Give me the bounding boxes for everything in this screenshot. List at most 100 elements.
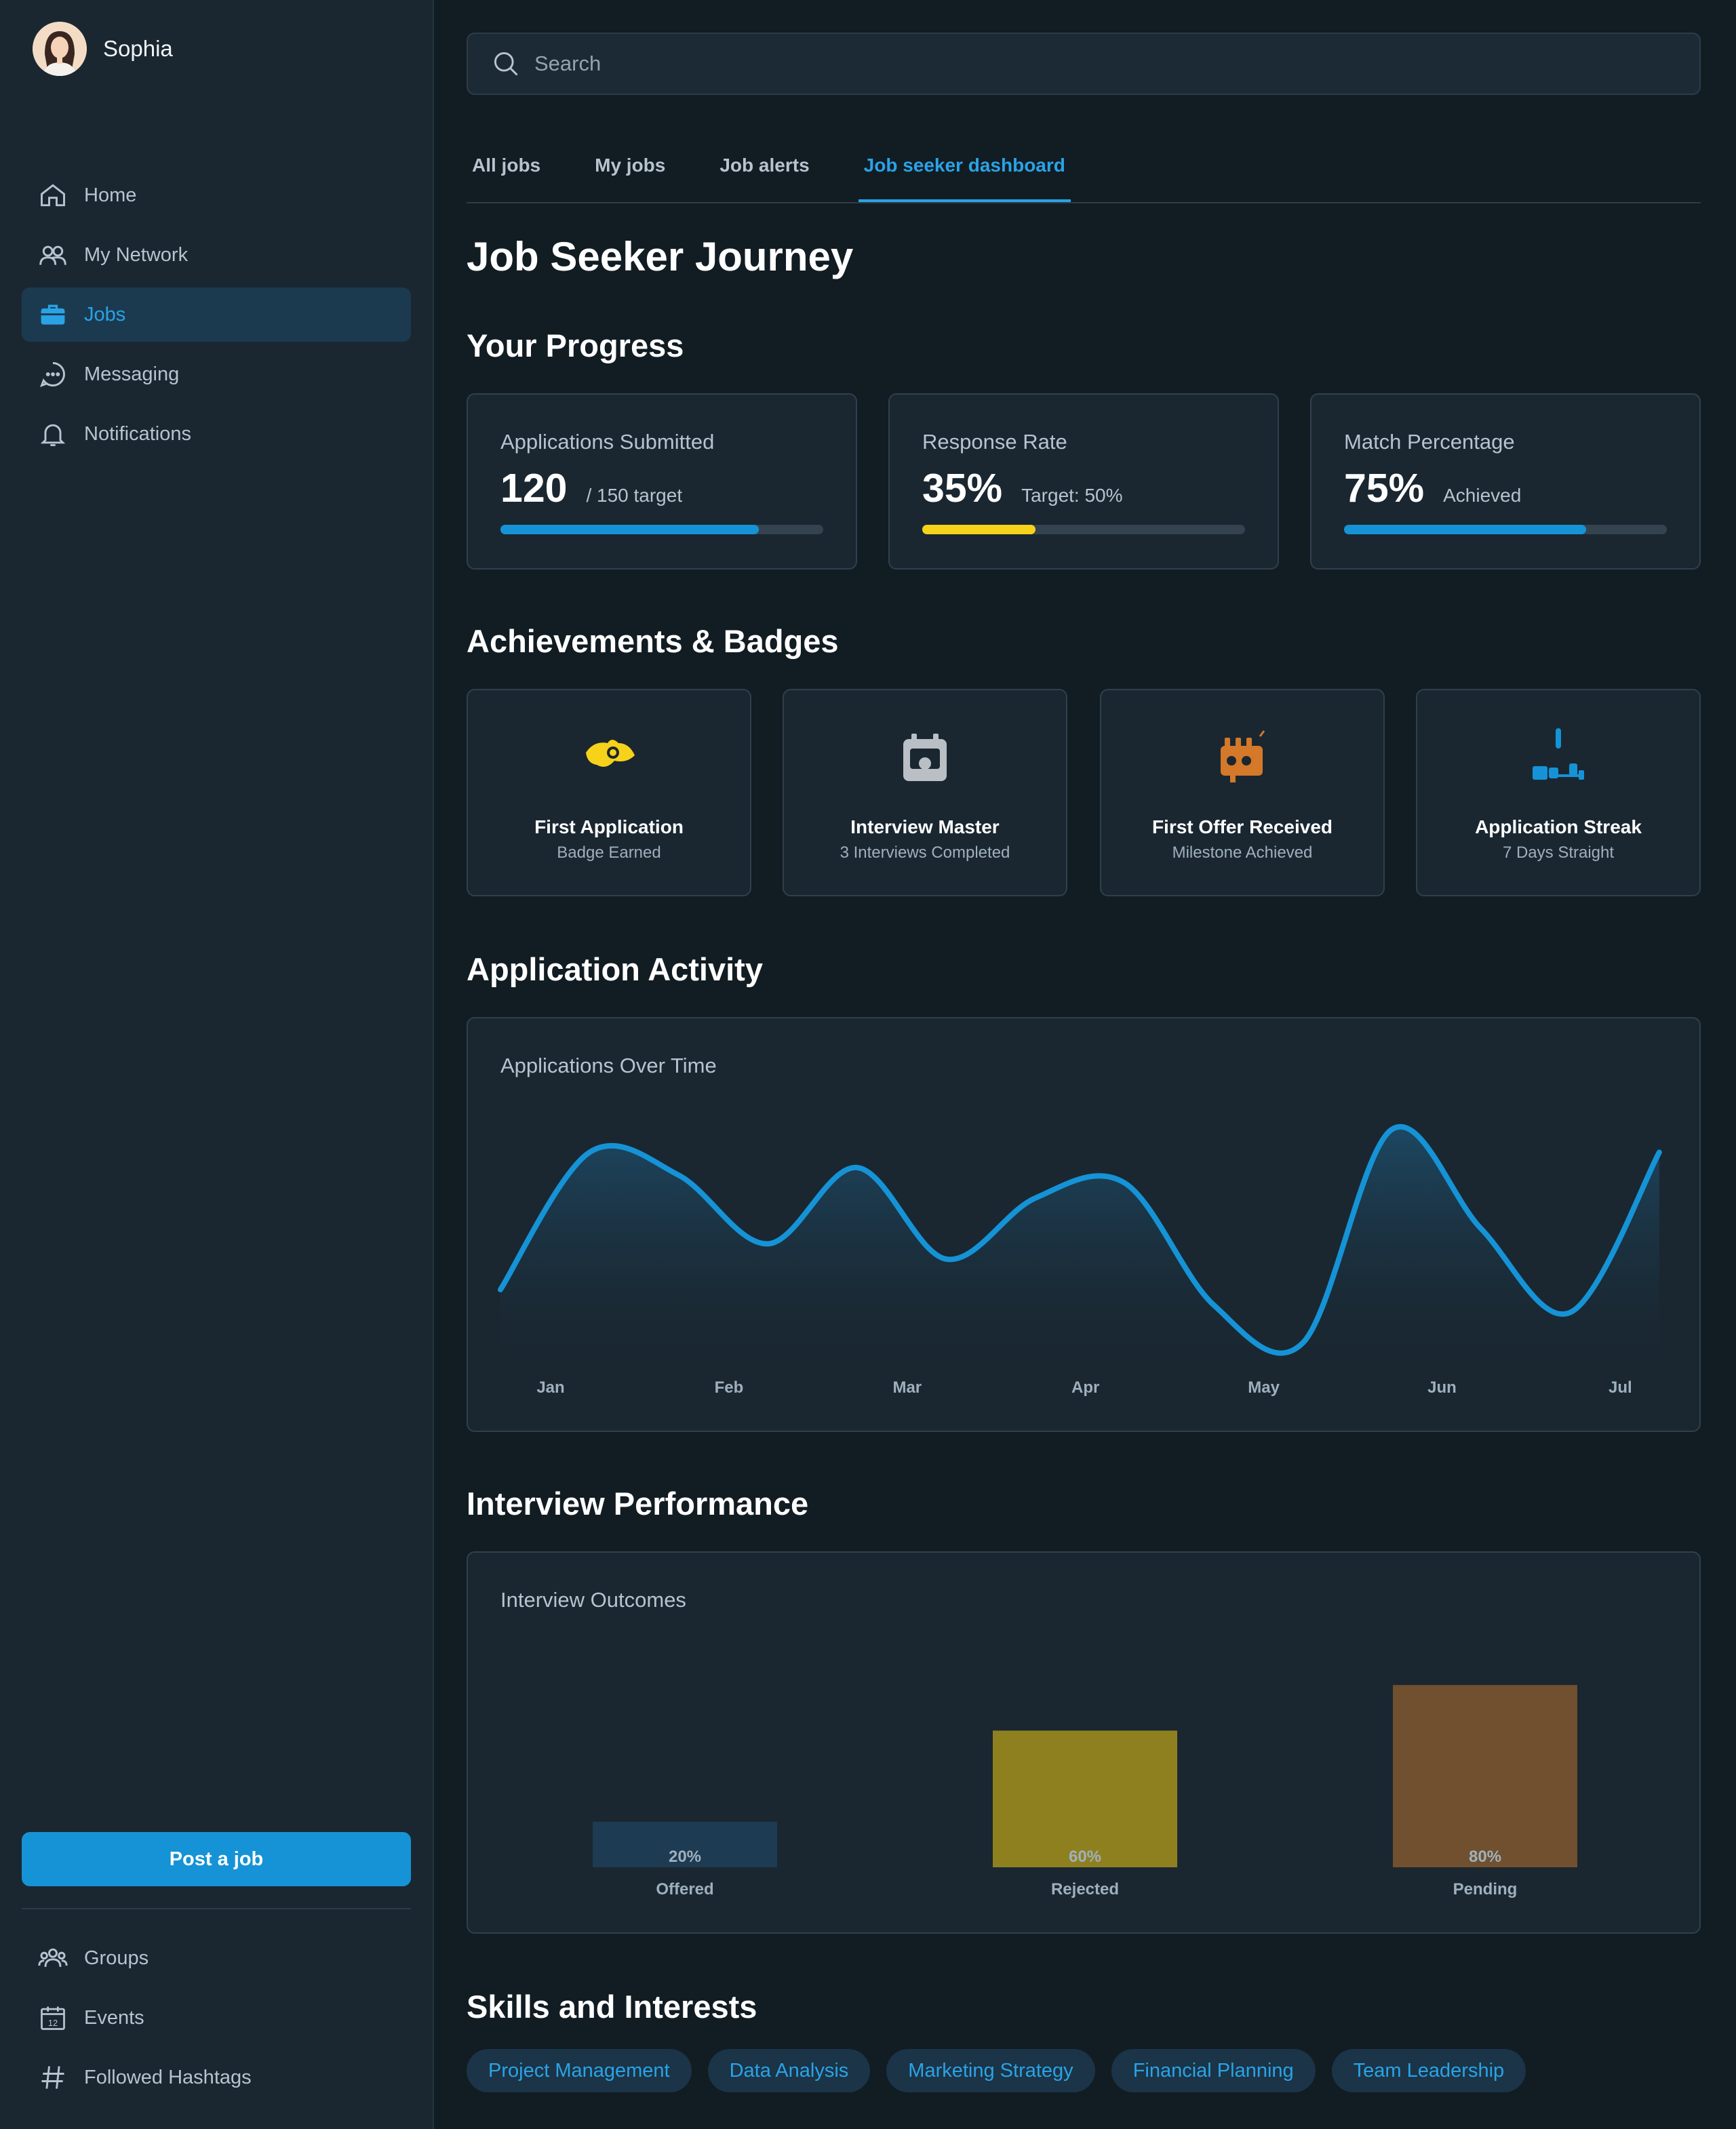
main-nav: Home My Network Jobs Messaging Notificat…: [22, 168, 411, 466]
section-title-progress: Your Progress: [467, 327, 684, 363]
stat-value-row: 35% Target: 50%: [922, 465, 1123, 511]
x-tick-label: Feb: [715, 1378, 744, 1397]
badge-title: First Offer Received: [1151, 816, 1333, 837]
nav-label: Events: [84, 2006, 144, 2029]
x-tick-label: Mar: [892, 1378, 922, 1397]
x-tick-label: Rejected: [1051, 1880, 1119, 1898]
nav-label: Messaging: [84, 363, 180, 385]
stat-value-row: 120 / 150 target: [500, 465, 682, 511]
x-tick-label: Jul: [1609, 1378, 1632, 1397]
stat-card-response-rate: Response Rate 35% Target: 50%: [888, 393, 1279, 570]
nav-item-jobs[interactable]: Jobs: [22, 287, 411, 342]
search-bar[interactable]: [467, 33, 1701, 95]
nav-item-messaging[interactable]: Messaging: [22, 347, 411, 401]
calendar-icon: 12: [41, 2006, 65, 2030]
nav-label: Home: [84, 184, 137, 206]
nav-label: Notifications: [84, 422, 191, 445]
tab-job-alerts[interactable]: Job alerts: [714, 142, 814, 202]
badge-card-application-streak[interactable]: Application Streak 7 Days Straight: [1416, 689, 1701, 896]
tab-job-seeker-dashboard[interactable]: Job seeker dashboard: [858, 142, 1071, 202]
bar-rejected[interactable]: [993, 1730, 1177, 1867]
bar-value-label: 60%: [1069, 1848, 1101, 1866]
nav-label: Jobs: [84, 303, 126, 325]
badge-title: Interview Master: [850, 816, 1000, 837]
hashtag-icon: [41, 2066, 64, 2089]
avatar[interactable]: [33, 22, 87, 76]
badge-title: Application Streak: [1475, 816, 1642, 837]
nav-item-followed-hashtags[interactable]: Followed Hashtags: [22, 2050, 411, 2105]
stat-label: Applications Submitted: [500, 430, 715, 454]
job-tabs: All jobs My jobs Job alerts Job seeker d…: [467, 142, 1701, 203]
x-tick-label: May: [1248, 1378, 1280, 1397]
post-job-button[interactable]: Post a job: [22, 1832, 411, 1886]
skill-chip[interactable]: Project Management: [467, 2049, 692, 2092]
stat-sub: Target: 50%: [1021, 485, 1123, 506]
nav-label: Groups: [84, 1947, 149, 1969]
stat-sub: Achieved: [1443, 485, 1522, 506]
profile[interactable]: Sophia: [33, 22, 173, 76]
sidebar: Sophia Home My Network Jobs Messaging No…: [0, 0, 434, 2129]
x-tick-label: Jan: [536, 1378, 564, 1397]
badge-card-first-application[interactable]: First Application Badge Earned: [467, 689, 751, 896]
search-icon: [494, 52, 518, 76]
x-tick-label: Offered: [656, 1880, 713, 1898]
progress-bar: [922, 525, 1245, 534]
interview-master-badge-icon: [903, 734, 947, 781]
badge-title: First Application: [534, 816, 684, 837]
badge-subtitle: 7 Days Straight: [1502, 843, 1615, 862]
groups-icon: [38, 1948, 68, 1967]
stat-card-applications: Applications Submitted 120 / 150 target: [467, 393, 857, 570]
nav-item-my-network[interactable]: My Network: [22, 228, 411, 282]
badge-subtitle: Badge Earned: [557, 843, 661, 862]
section-title-activity: Application Activity: [467, 951, 763, 987]
svg-text:12: 12: [48, 2018, 58, 2028]
page-title: Job Seeker Journey: [467, 234, 854, 279]
tab-my-jobs[interactable]: My jobs: [589, 142, 671, 202]
secondary-nav: Groups 12 Events Followed Hashtags: [22, 1931, 411, 2110]
profile-name[interactable]: Sophia: [103, 36, 173, 62]
nav-item-home[interactable]: Home: [22, 168, 411, 222]
chat-icon: [39, 362, 65, 388]
tab-all-jobs[interactable]: All jobs: [467, 142, 546, 202]
nav-item-notifications[interactable]: Notifications: [22, 407, 411, 461]
first-offer-badge-icon: [1221, 730, 1265, 782]
skill-chip[interactable]: Marketing Strategy: [886, 2049, 1095, 2092]
section-title-interview: Interview Performance: [467, 1486, 809, 1521]
badge-subtitle: 3 Interviews Completed: [840, 843, 1010, 862]
section-title-skills: Skills and Interests: [467, 1989, 757, 2025]
bar-pending[interactable]: [1393, 1685, 1577, 1867]
x-tick-label: Apr: [1071, 1378, 1099, 1397]
stat-sub: / 150 target: [586, 485, 683, 506]
interview-chart-card: Interview Outcomes 20% Offered 60% Rejected…: [467, 1551, 1701, 1934]
stat-value: 120: [500, 466, 568, 511]
applications-chart-card: Applications Over Time Jan Feb Mar Apr May Ju…: [467, 1017, 1701, 1432]
sidebar-divider: [22, 1908, 411, 1909]
skills-list: Project Management Data Analysis Marketi…: [467, 2049, 1542, 2092]
search-input[interactable]: [533, 51, 1621, 77]
stat-card-match-percentage: Match Percentage 75% Achieved: [1310, 393, 1701, 570]
nav-label: My Network: [84, 243, 189, 266]
first-application-badge-icon: [586, 740, 635, 767]
skill-chip[interactable]: Team Leadership: [1331, 2049, 1526, 2092]
home-icon: [41, 184, 65, 207]
skill-chip[interactable]: Financial Planning: [1111, 2049, 1316, 2092]
nav-label: Followed Hashtags: [84, 2066, 252, 2088]
stat-value: 35%: [922, 466, 1003, 511]
x-tick-label: Pending: [1453, 1880, 1518, 1898]
application-streak-badge-icon: [1533, 728, 1584, 780]
skill-chip[interactable]: Data Analysis: [707, 2049, 871, 2092]
stat-label: Response Rate: [922, 430, 1067, 454]
area-fill: [500, 1126, 1659, 1355]
bar-value-label: 20%: [669, 1848, 701, 1866]
progress-bar: [500, 525, 823, 534]
nav-item-groups[interactable]: Groups: [22, 1931, 411, 1985]
bell-icon: [40, 424, 66, 446]
stat-value-row: 75% Achieved: [1344, 465, 1521, 511]
nav-item-events[interactable]: 12 Events: [22, 1991, 411, 2045]
badge-card-first-offer[interactable]: First Offer Received Milestone Achieved: [1100, 689, 1385, 896]
badge-card-interview-master[interactable]: Interview Master 3 Interviews Completed: [783, 689, 1067, 896]
progress-bar: [1344, 525, 1667, 534]
progress-bar-fill: [1344, 525, 1586, 534]
bar-value-label: 80%: [1469, 1848, 1501, 1866]
stat-value: 75%: [1344, 466, 1425, 511]
